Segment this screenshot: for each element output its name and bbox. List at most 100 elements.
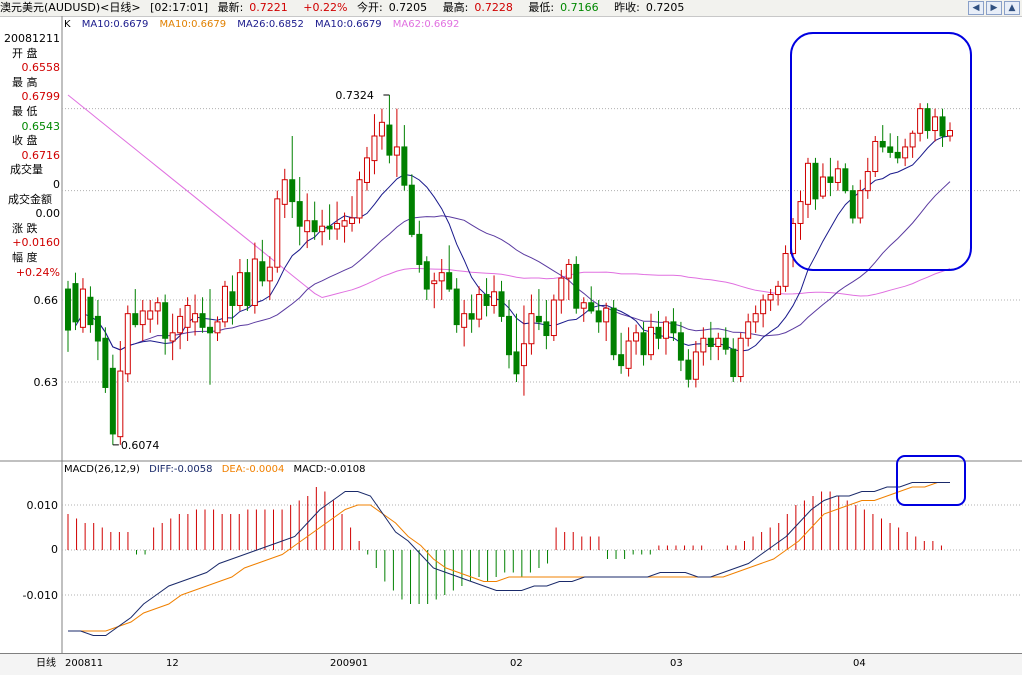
x-tick-label: 200901 xyxy=(330,658,369,669)
candle xyxy=(423,256,430,300)
candle xyxy=(745,313,752,347)
candle xyxy=(139,300,146,341)
candle xyxy=(528,294,535,355)
candle xyxy=(700,327,707,366)
candle xyxy=(102,327,109,393)
expand-icon[interactable]: ▲ xyxy=(1004,1,1020,15)
candle xyxy=(887,133,894,158)
candle xyxy=(311,201,318,240)
prevclose-label: 昨收: xyxy=(614,1,640,14)
highlight-box-macd xyxy=(896,455,966,506)
quote-header: 澳元美元(AUDUSD)<日线> [02:17:01] 最新: 0.7221 +0… xyxy=(0,0,1022,17)
latest-value: 0.7221 xyxy=(249,1,288,14)
candle xyxy=(812,157,819,210)
candle xyxy=(924,103,931,139)
candle xyxy=(349,196,356,232)
candle xyxy=(894,136,901,164)
candle xyxy=(274,190,281,273)
candle xyxy=(221,280,228,328)
candle xyxy=(737,332,744,382)
candle xyxy=(827,157,834,197)
next-arrow-icon[interactable]: ▶ xyxy=(986,1,1002,15)
high-label: 最高: xyxy=(442,1,469,14)
candle xyxy=(378,108,385,150)
candle xyxy=(662,316,669,355)
candle xyxy=(229,275,236,325)
change-percent: +0.22% xyxy=(303,1,348,14)
candle xyxy=(760,294,767,328)
candle xyxy=(722,327,729,355)
candle xyxy=(207,289,214,385)
candle xyxy=(94,300,101,361)
candle xyxy=(879,125,886,153)
candle xyxy=(154,297,161,325)
x-tick-label: 12 xyxy=(166,658,179,669)
candle xyxy=(393,108,400,177)
candle xyxy=(236,259,243,311)
candle xyxy=(199,297,206,333)
candle xyxy=(909,130,916,158)
candle xyxy=(296,177,303,246)
price-tick-label: 0.66 xyxy=(33,294,59,307)
prev-arrow-icon[interactable]: ◀ xyxy=(968,1,984,15)
candle xyxy=(326,204,333,240)
candle xyxy=(334,201,341,240)
candle xyxy=(730,338,737,382)
candle xyxy=(483,278,490,317)
candle xyxy=(461,300,468,347)
candle xyxy=(580,297,587,322)
candle xyxy=(670,308,677,341)
candle xyxy=(453,278,460,333)
candle xyxy=(775,280,782,306)
macd-tick-label: 0.010 xyxy=(26,499,59,512)
candle xyxy=(124,305,131,382)
low-label: 最低: xyxy=(528,1,555,14)
candle xyxy=(192,294,199,336)
candle xyxy=(162,294,169,355)
prevclose-value: 0.7205 xyxy=(645,1,685,14)
candle xyxy=(446,245,453,292)
candle xyxy=(87,286,94,333)
candle xyxy=(804,157,811,218)
latest-label: 最新: xyxy=(217,1,244,14)
candle xyxy=(939,108,946,147)
x-tick-label: 03 xyxy=(670,658,683,669)
candle xyxy=(289,136,296,218)
x-axis: 日线 200811 12 200901 02 03 04 xyxy=(0,653,1022,675)
candle xyxy=(251,242,258,314)
candle xyxy=(169,313,176,361)
ma10-line xyxy=(75,135,951,352)
open-label: 今开: xyxy=(356,1,383,14)
candle xyxy=(513,313,520,382)
candle xyxy=(707,321,714,361)
candle xyxy=(408,174,415,238)
candle xyxy=(543,300,550,350)
candle xyxy=(356,171,363,224)
highlight-box-price xyxy=(790,32,972,271)
candle xyxy=(715,332,722,361)
candle xyxy=(520,305,527,396)
candle xyxy=(550,294,557,341)
candle xyxy=(147,300,154,333)
candle xyxy=(491,275,498,314)
candle xyxy=(319,209,326,246)
candle xyxy=(363,146,370,191)
candle xyxy=(573,256,580,314)
x-tick-label: 200811 xyxy=(65,658,104,669)
candle xyxy=(797,190,804,240)
price-chart[interactable]: 0.6074 0.7324 xyxy=(0,16,1022,653)
candle xyxy=(932,108,939,142)
low-value: 0.7166 xyxy=(560,1,599,14)
candle xyxy=(79,278,86,333)
candle xyxy=(431,272,438,309)
candle xyxy=(401,125,408,191)
open-value: 0.7205 xyxy=(388,1,428,14)
candle xyxy=(902,138,909,167)
candle xyxy=(655,310,662,350)
candle xyxy=(752,305,759,333)
high-annotation: 0.7324 xyxy=(335,89,374,102)
candle xyxy=(416,220,423,273)
candle xyxy=(244,259,251,311)
candle xyxy=(849,185,856,224)
period-label: 日线 xyxy=(36,658,56,669)
